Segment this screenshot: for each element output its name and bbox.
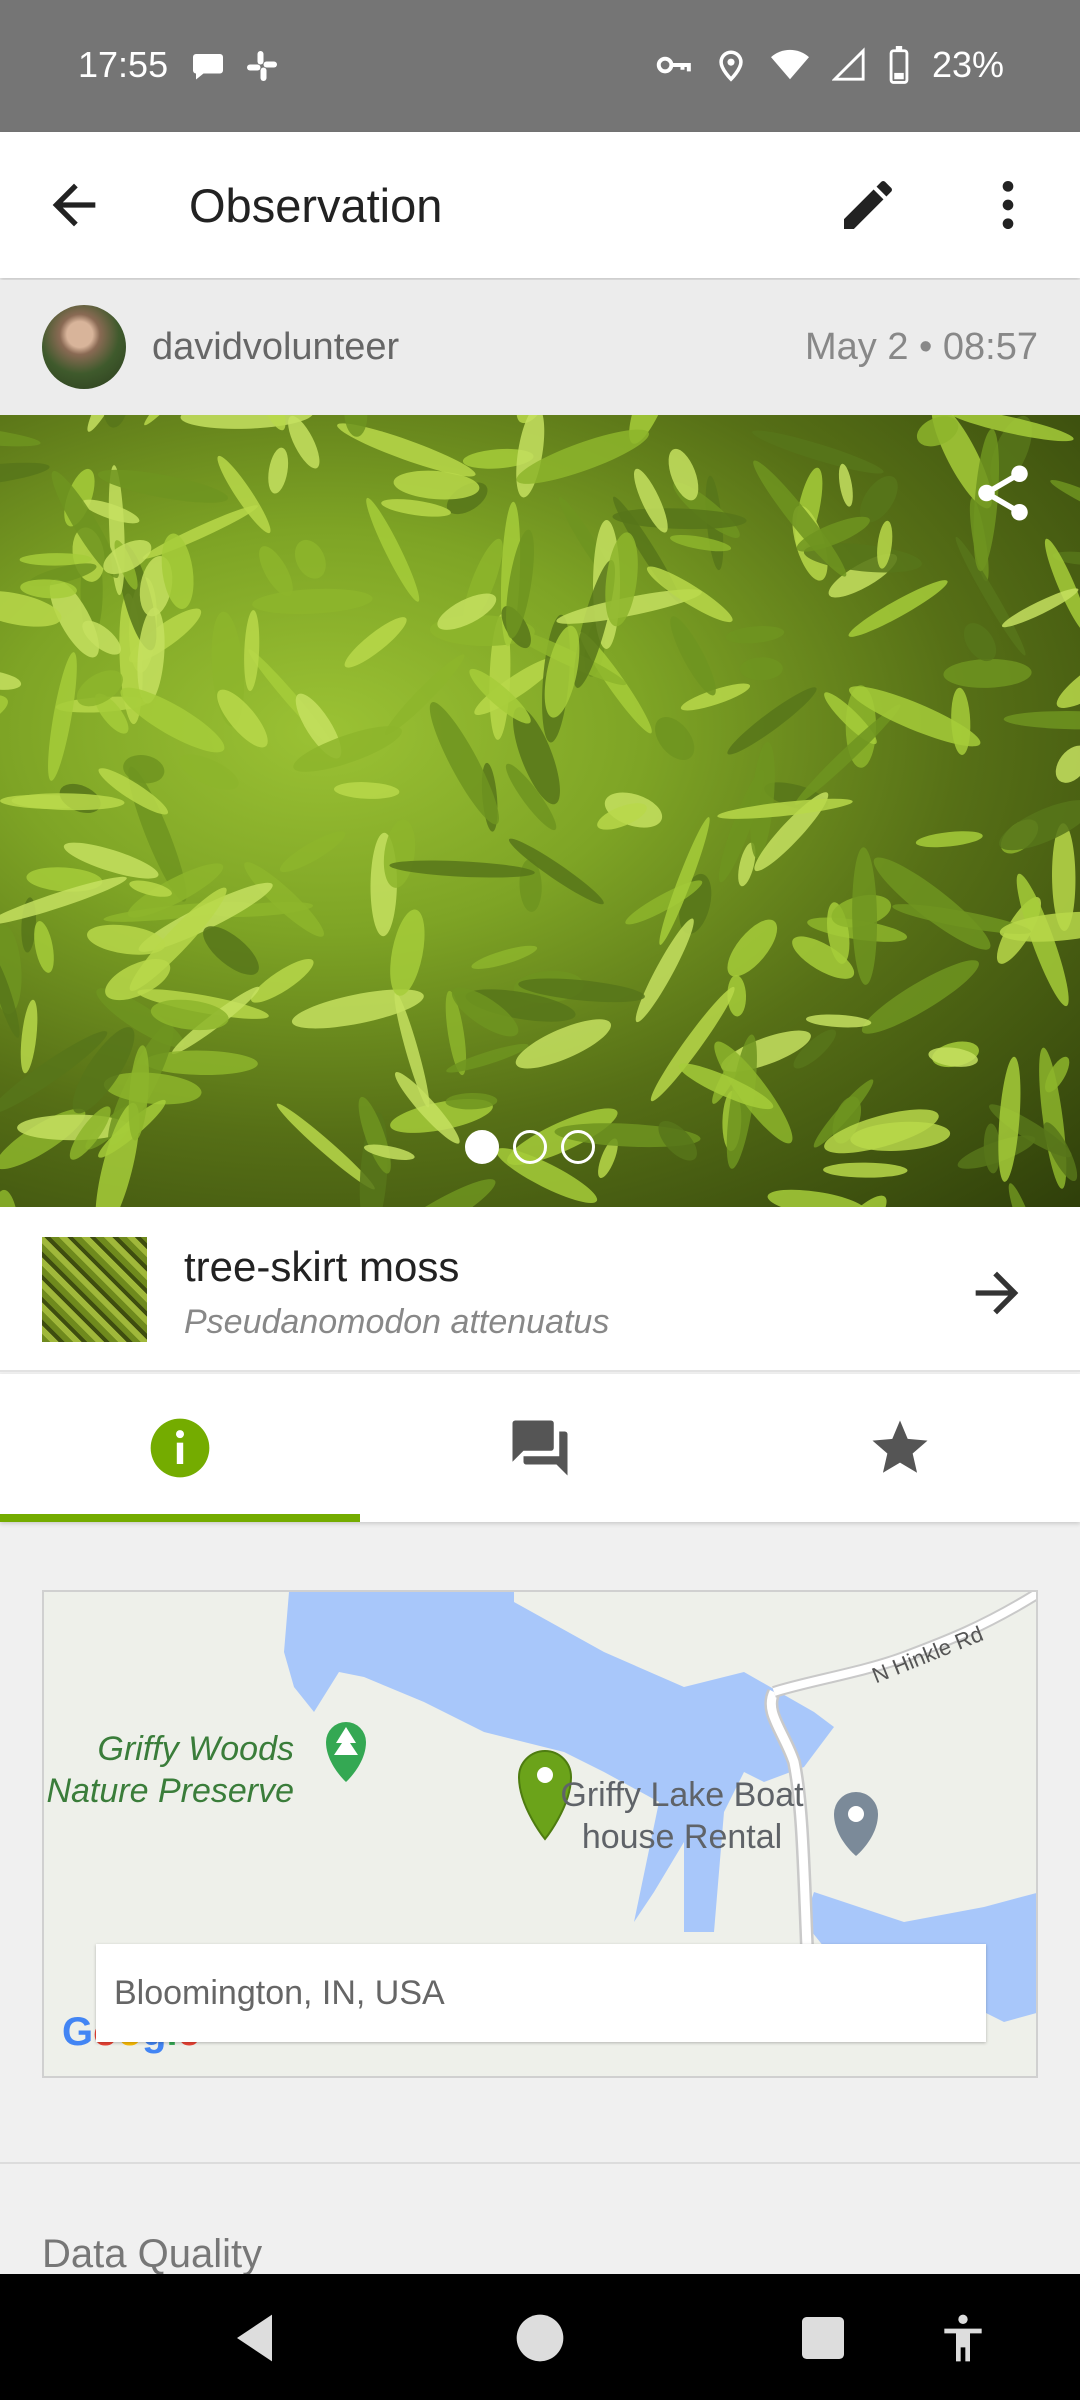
star-icon (872, 1420, 928, 1473)
observation-tabs (0, 1374, 1080, 1522)
vpn-key-icon (656, 56, 691, 74)
share-icon[interactable] (970, 460, 1036, 526)
more-vert-icon[interactable] (976, 173, 1040, 237)
location-name: Bloomington, IN, USA (114, 1974, 445, 2012)
tab-activity[interactable] (360, 1374, 720, 1522)
app-bar: Observation (0, 132, 1080, 278)
edit-pencil-icon[interactable] (836, 173, 900, 237)
battery-icon (889, 46, 909, 84)
pager-dot[interactable] (561, 1130, 595, 1164)
avatar[interactable] (42, 305, 126, 389)
info-icon (150, 1418, 210, 1478)
map-label-boathouse: Griffy Lake Boat house Rental (560, 1776, 804, 1856)
moss-photo-texture (0, 415, 1080, 1207)
pager-dot[interactable] (513, 1130, 547, 1164)
nav-back-icon[interactable] (230, 2310, 286, 2366)
data-quality-heading: Data Quality (42, 2232, 263, 2276)
arrow-forward-icon[interactable] (965, 1261, 1029, 1325)
observer-row[interactable]: davidvolunteer May 2 • 08:57 (0, 280, 1080, 415)
nav-home-icon[interactable] (512, 2310, 568, 2366)
observation-photo[interactable] (0, 415, 1080, 1207)
page-title: Observation (189, 179, 443, 232)
species-scientific-name: Pseudanomodon attenuatus (184, 1303, 610, 1341)
slack-icon (247, 51, 277, 81)
forum-icon (512, 1420, 568, 1476)
notification-icons (190, 48, 280, 84)
observation-date: May 2 • 08:57 (805, 326, 1038, 368)
species-row[interactable]: tree-skirt moss Pseudanomodon attenuatus (0, 1207, 1080, 1372)
location-icon (719, 50, 743, 82)
wifi-icon (770, 49, 809, 80)
tab-favorites[interactable] (720, 1374, 1080, 1522)
nav-recents-icon[interactable] (795, 2310, 851, 2366)
section-divider (0, 2162, 1080, 2164)
system-nav-bar (0, 2274, 1080, 2400)
signal-icon (831, 47, 865, 81)
username[interactable]: davidvolunteer (152, 326, 399, 369)
location-label-box: Bloomington, IN, USA (96, 1944, 986, 2042)
tab-info[interactable] (0, 1374, 360, 1522)
chat-bubble-icon (193, 54, 223, 80)
accessibility-icon[interactable] (935, 2310, 991, 2366)
pager-dot[interactable] (465, 1130, 499, 1164)
system-icons: 23% (654, 44, 1004, 86)
species-common-name: tree-skirt moss (184, 1243, 460, 1290)
status-time: 17:55 (78, 44, 169, 85)
battery-percent: 23% (931, 44, 1004, 85)
location-map[interactable]: N Hinkle Rd Griffy Woods Nature Preserve… (42, 1590, 1038, 2078)
arrow-back-icon[interactable] (42, 173, 106, 237)
species-thumbnail (42, 1237, 147, 1342)
photo-pager (465, 1130, 595, 1164)
map-label-preserve: Griffy Woods Nature Preserve (46, 1730, 294, 1810)
status-bar: 17:55 23% (0, 0, 1080, 132)
